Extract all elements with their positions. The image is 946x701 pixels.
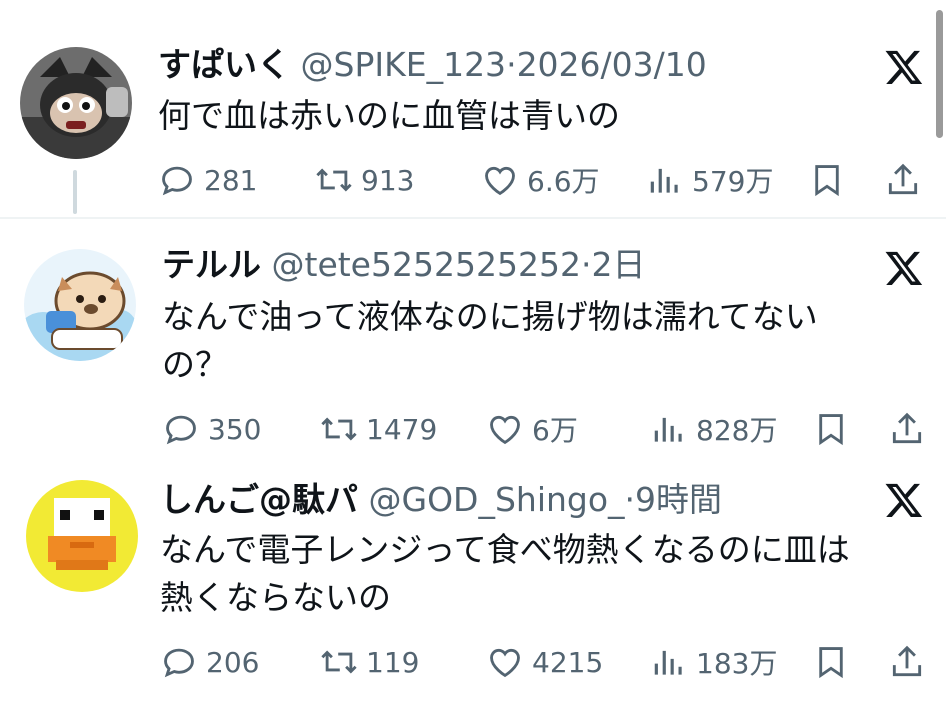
separator-dot: ·: [580, 245, 592, 284]
author-handle[interactable]: @GOD_Shingo_: [369, 480, 625, 519]
tweet[interactable]: テルル @tete5252525252·2日 なんで油って液体なのに揚げ物は濡れ…: [0, 219, 946, 459]
views-button[interactable]: 183万: [650, 640, 777, 684]
x-logo-icon: [885, 251, 923, 285]
reply-button[interactable]: 281: [158, 158, 257, 202]
author-handle[interactable]: @SPIKE_123: [301, 45, 507, 84]
author-name[interactable]: すぱいく: [158, 45, 290, 84]
avatar[interactable]: [24, 249, 136, 361]
share-icon[interactable]: [888, 410, 926, 448]
separator-dot: ·: [624, 480, 636, 519]
timestamp[interactable]: 2日: [591, 245, 645, 284]
action-bar: 206 119 4215 183万: [0, 640, 946, 684]
reply-icon: [162, 166, 192, 196]
avatar[interactable]: [20, 47, 132, 159]
retweet-button[interactable]: 913: [315, 158, 414, 202]
x-logo-icon: [885, 50, 923, 84]
separator-dot: ·: [506, 45, 517, 84]
avatar[interactable]: [26, 480, 138, 592]
tweet-text: なんで油って液体なのに揚げ物は濡れてない の？: [162, 297, 818, 384]
like-icon: [485, 166, 515, 196]
view-count: 579万: [692, 165, 774, 198]
author-name[interactable]: テルル: [162, 245, 261, 284]
tweet[interactable]: すぱいく @SPIKE_123·2026/03/10 何で血は赤いのに血管は青い…: [0, 0, 946, 218]
tweet[interactable]: しんご@駄パ @GOD_Shingo_·9時間 なんで電子レンジって食べ物熱くな…: [0, 462, 946, 701]
tweet-text: なんで電子レンジって食べ物熱くなるのに皿は 熱くならないの: [160, 530, 850, 617]
reply-count: 206: [206, 645, 260, 679]
reply-button[interactable]: 206: [160, 640, 259, 684]
reply-button[interactable]: 350: [162, 407, 261, 451]
author-handle[interactable]: @tete5252525252: [272, 245, 581, 284]
like-count: 6.6万: [527, 165, 600, 198]
retweet-count: 1479: [366, 412, 438, 446]
tweet-text: 何で血は赤いのに血管は青いの: [158, 96, 620, 135]
reply-count: 281: [204, 163, 258, 197]
timestamp[interactable]: 9時間: [635, 480, 722, 519]
like-icon: [490, 648, 520, 678]
tweet-header: すぱいく @SPIKE_123·2026/03/10: [158, 45, 707, 85]
views-button[interactable]: 828万: [650, 407, 777, 451]
retweet-icon: [316, 168, 352, 192]
x-logo-icon: [885, 483, 923, 517]
reply-icon: [166, 415, 196, 445]
like-count: 6万: [532, 414, 578, 447]
like-button[interactable]: 4215: [486, 640, 603, 684]
retweet-button[interactable]: 119: [320, 640, 419, 684]
retweet-count: 913: [361, 163, 415, 197]
retweet-icon: [321, 417, 357, 441]
like-icon: [490, 415, 520, 445]
share-icon[interactable]: [888, 643, 926, 681]
action-bar: 281 913 6.6万 579万: [0, 158, 946, 202]
like-button[interactable]: 6万: [486, 407, 578, 451]
views-icon: [650, 168, 678, 193]
bookmark-icon[interactable]: [812, 643, 850, 681]
tweet-header: テルル @tete5252525252·2日: [162, 245, 645, 285]
retweet-button[interactable]: 1479: [320, 407, 437, 451]
view-count: 183万: [696, 647, 778, 680]
views-button[interactable]: 579万: [646, 158, 773, 202]
timestamp[interactable]: 2026/03/10: [517, 45, 707, 84]
bookmark-icon[interactable]: [812, 410, 850, 448]
views-icon: [654, 650, 682, 675]
bookmark-icon[interactable]: [808, 161, 846, 199]
reply-icon: [164, 648, 194, 678]
author-name[interactable]: しんご@駄パ: [160, 480, 358, 519]
retweet-count: 119: [366, 645, 420, 679]
action-bar: 350 1479 6万 828万: [0, 407, 946, 451]
retweet-icon: [321, 650, 357, 674]
views-icon: [654, 417, 682, 442]
like-button[interactable]: 6.6万: [481, 158, 600, 202]
like-count: 4215: [532, 645, 604, 679]
share-icon[interactable]: [884, 161, 922, 199]
tweet-header: しんご@駄パ @GOD_Shingo_·9時間: [160, 480, 722, 520]
reply-count: 350: [208, 412, 262, 446]
view-count: 828万: [696, 414, 778, 447]
